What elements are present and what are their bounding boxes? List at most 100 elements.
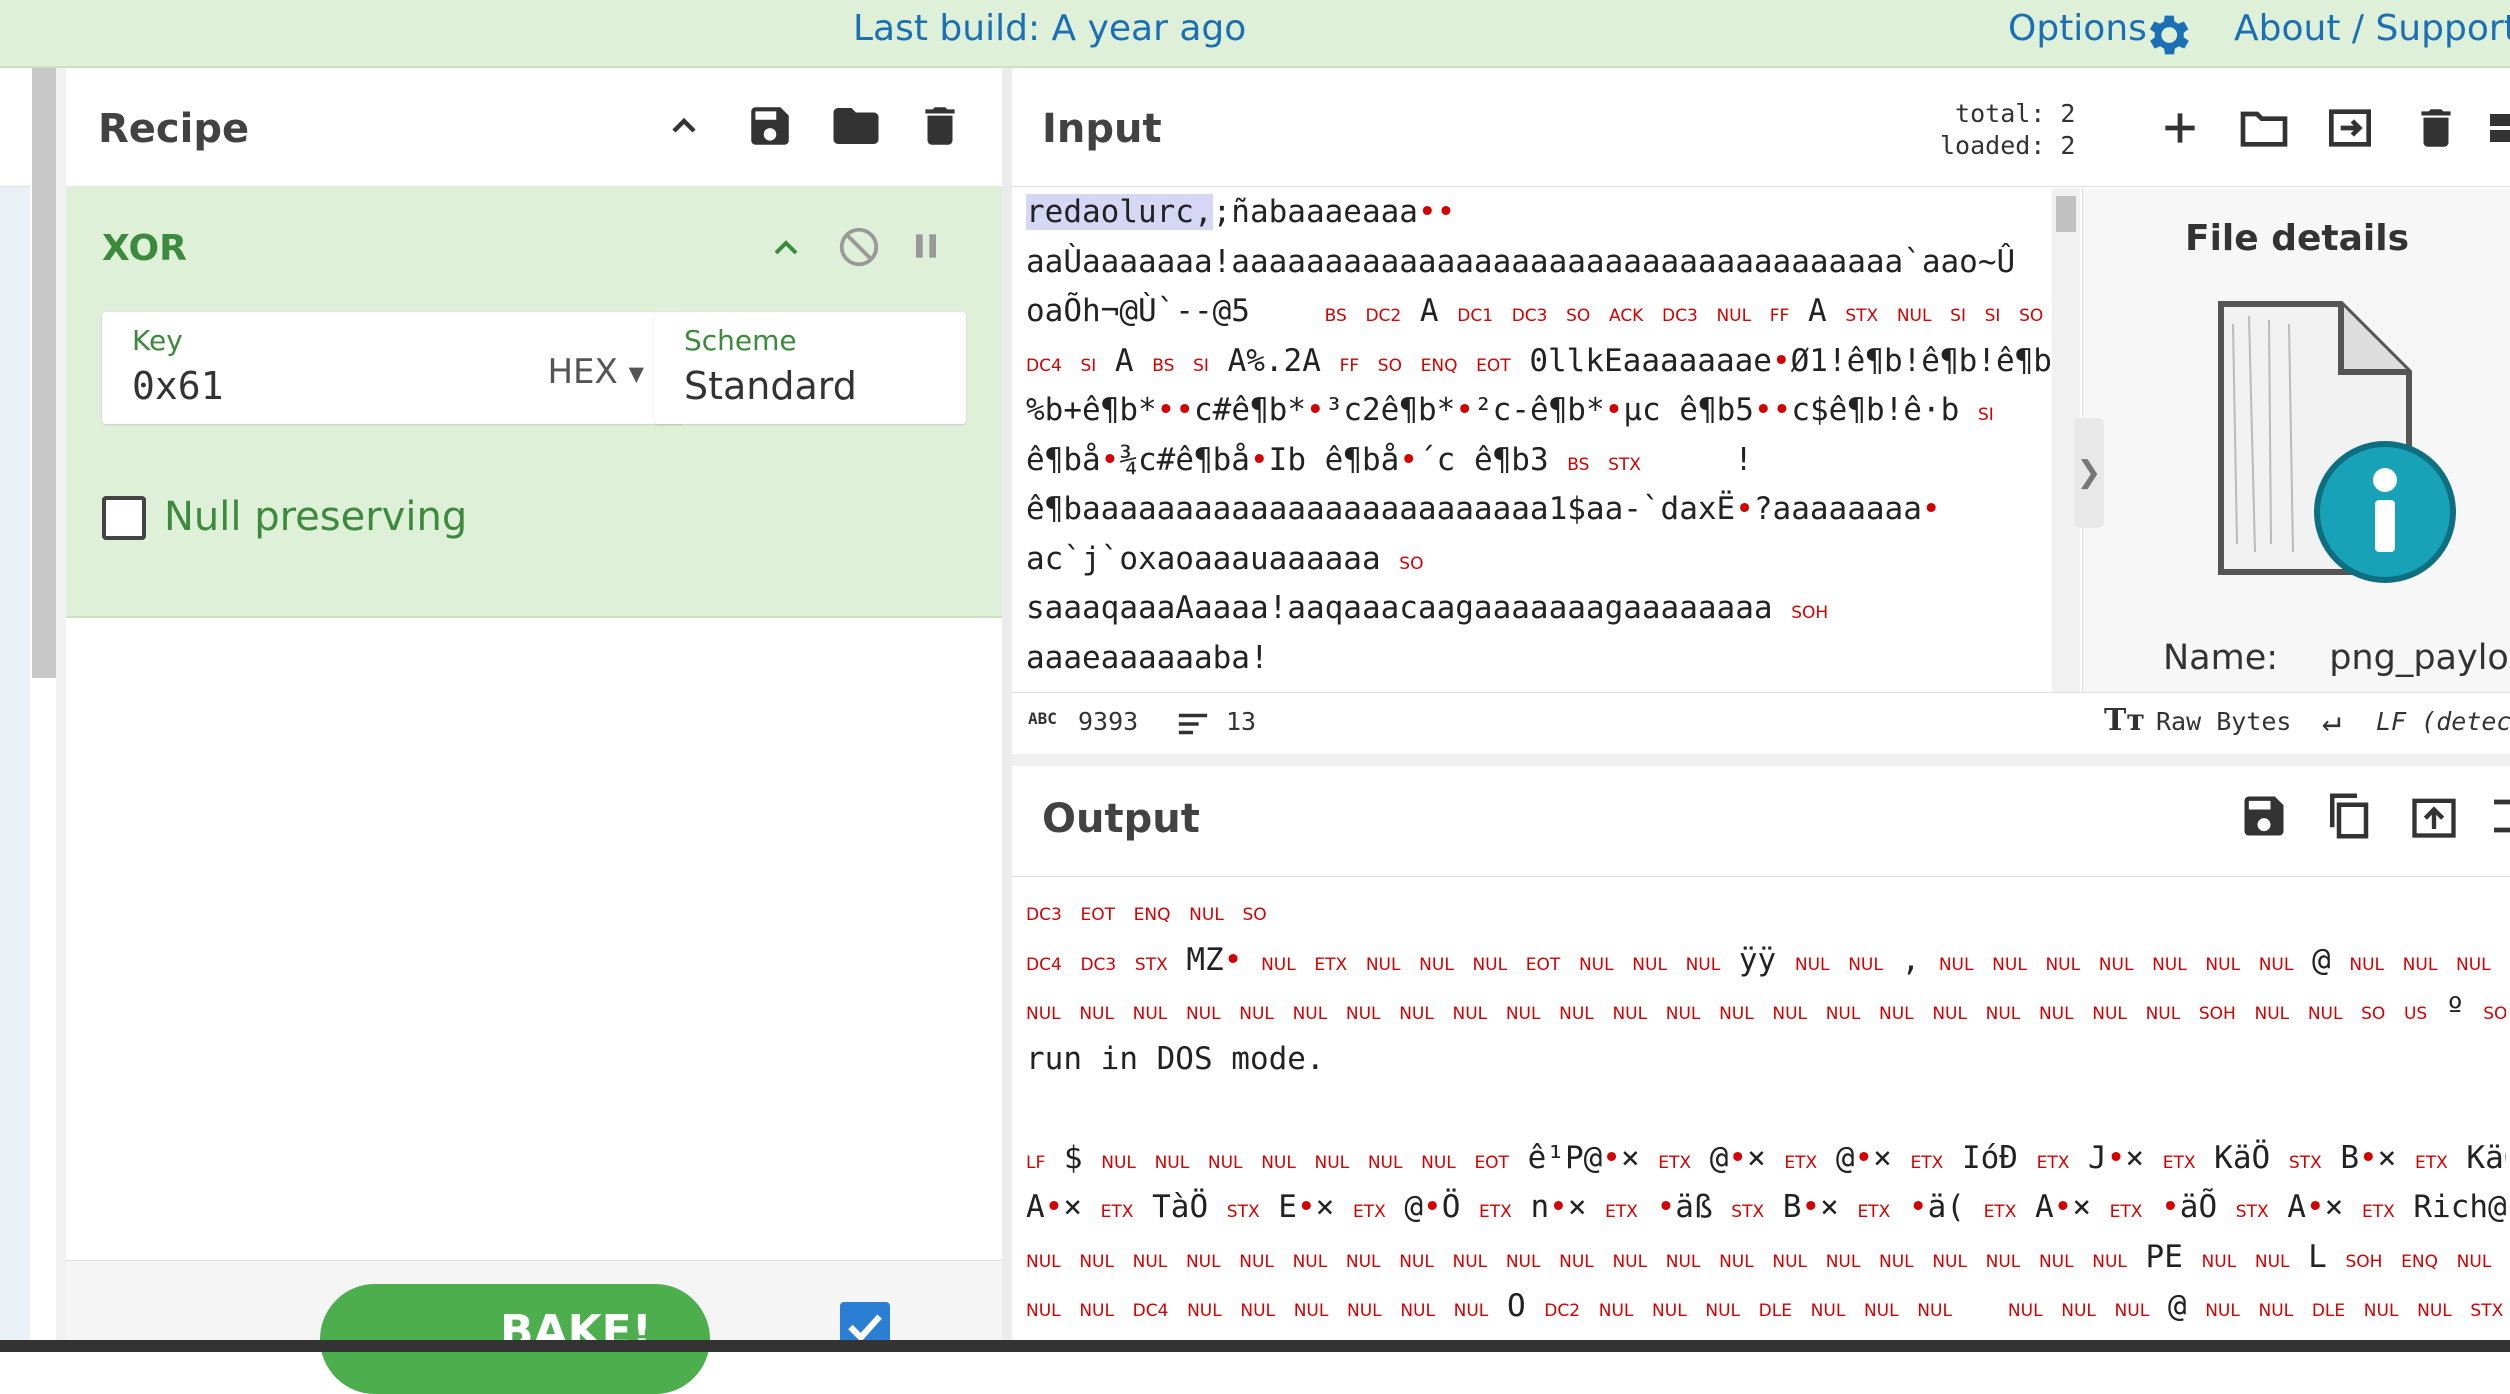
special-char-dot: •: [1175, 392, 1194, 428]
clear-recipe-button[interactable]: [912, 98, 968, 154]
control-char: NUL: [1419, 954, 1454, 975]
char-count: 9393: [1078, 707, 1139, 736]
control-char: NUL: [1985, 1004, 2021, 1024]
input-line: %b+ê¶b*••c#ê¶b*•³c2ê¶b*•²c-ê¶b*•µc ê¶b5•…: [1026, 392, 1994, 428]
operation-title: XOR: [102, 228, 187, 269]
output-line: A•× ETX TàÖ STX E•× ETX @•Ö ETX n•× ETX …: [1026, 1189, 2506, 1225]
add-input-button[interactable]: [2152, 100, 2208, 156]
operations-search-strip: [0, 68, 30, 187]
special-char-dot: •: [2161, 1189, 2180, 1225]
encoding-selector[interactable]: Raw Bytes: [2156, 707, 2291, 736]
abc-icon: ABC: [1028, 709, 1057, 728]
input-line: aaaeaaaaaaba!: [1026, 639, 1269, 676]
pause-icon[interactable]: [906, 226, 946, 266]
output-header: Output: [1012, 766, 2510, 877]
scheme-select[interactable]: Standard: [684, 364, 857, 408]
special-char-dot: •: [1455, 392, 1474, 428]
key-format-dropdown[interactable]: HEX ▼: [547, 352, 644, 392]
control-char: NUL: [2258, 954, 2294, 975]
special-char-dot: •: [1753, 392, 1773, 428]
text-format-icon[interactable]: Tт: [2104, 703, 2145, 738]
horizontal-splitter[interactable]: [1012, 754, 2510, 766]
output-line: NUL NUL DC4 NUL NUL NUL NUL NUL NUL O DC…: [1026, 1288, 2504, 1324]
maximise-output-button[interactable]: [2486, 788, 2510, 844]
special-char-dot: •: [1417, 194, 1437, 230]
special-char-dot: •: [1801, 1189, 1821, 1225]
clear-input-button[interactable]: [2408, 100, 2464, 156]
load-recipe-button[interactable]: [828, 98, 884, 154]
control-char: STX: [1226, 1202, 1260, 1222]
key-input[interactable]: 0x61: [132, 364, 224, 408]
scrollbar-thumb[interactable]: [2056, 196, 2076, 232]
control-char: NUL: [1598, 1301, 1634, 1321]
control-char: NUL: [1079, 1251, 1114, 1272]
control-char: NUL: [1345, 1004, 1381, 1024]
return-icon[interactable]: ↵: [2322, 701, 2341, 739]
null-preserving-checkbox[interactable]: [102, 496, 146, 540]
eol-selector[interactable]: LF (detec: [2376, 707, 2510, 736]
special-char-dot: •: [1735, 491, 1754, 527]
trash-icon: [2421, 109, 2451, 147]
special-char-dot: •: [1249, 441, 1269, 478]
control-char: NUL: [1719, 1251, 1754, 1272]
control-char: STX: [1134, 954, 1168, 975]
control-char: NUL: [2417, 1301, 2452, 1321]
save-output-button[interactable]: [2236, 788, 2292, 844]
control-char: NUL: [2145, 1004, 2181, 1024]
operations-pane: [0, 68, 30, 1340]
options-link[interactable]: Options: [2008, 8, 2147, 49]
control-char: US: [2403, 1004, 2428, 1024]
file-details-title: File details: [2184, 218, 2409, 259]
control-char: NUL: [1453, 1301, 1489, 1321]
operations-scrollbar[interactable]: [32, 68, 56, 678]
control-char: NUL: [1261, 954, 1296, 975]
collapse-file-details-button[interactable]: ❯: [2074, 418, 2104, 528]
open-folder-button[interactable]: [2236, 100, 2292, 156]
open-file-button[interactable]: [2322, 100, 2378, 156]
control-char: NUL: [1026, 1251, 1061, 1272]
control-char: SI: [1080, 355, 1097, 376]
control-char: ETX: [1857, 1202, 1891, 1222]
control-char: NUL: [1863, 1301, 1899, 1321]
control-char: NUL: [1292, 1004, 1328, 1024]
control-char: NUL: [1772, 1251, 1808, 1272]
control-char: NUL: [1240, 1301, 1276, 1321]
chevron-up-icon[interactable]: [766, 228, 806, 268]
folder-open-icon: [2240, 111, 2288, 147]
control-char: NUL: [1716, 306, 1752, 326]
input-textarea[interactable]: redaolurc,;ñabaaaeaaa•• aaÙaaaaaaa!aaaaaa…: [1012, 188, 2052, 692]
control-char: NUL: [1685, 954, 1721, 975]
control-char: FF: [1769, 306, 1790, 326]
control-char: NUL: [1612, 1251, 1648, 1272]
input-line: redaolurc,;ñabaaaeaaa••: [1026, 194, 1456, 230]
key-field[interactable]: Key 0x61 HEX ▼: [102, 312, 684, 424]
key-label: Key: [132, 324, 183, 357]
control-char: NUL: [2061, 1301, 2096, 1321]
bake-button[interactable]: BAKE!: [320, 1284, 710, 1394]
recipe-header: Recipe: [66, 68, 1002, 187]
input-line: DC4 SI A BS SI A%.2A FF SO ENQ EOT 0llkE…: [1026, 342, 2052, 379]
control-char: DC1: [1457, 306, 1494, 326]
gear-icon[interactable]: [2140, 8, 2194, 62]
reset-layout-button[interactable]: [2486, 100, 2510, 156]
scheme-field[interactable]: Scheme Standard: [654, 312, 966, 424]
replace-input-button[interactable]: [2406, 788, 2462, 844]
special-char-dot: •: [1223, 941, 1243, 978]
about-support-link[interactable]: About / Support: [2234, 8, 2510, 49]
control-char: SO: [1242, 905, 1267, 925]
file-name-value: png_payload: [2329, 638, 2510, 678]
vertical-splitter[interactable]: [1002, 68, 1012, 1340]
null-preserving-label[interactable]: Null preserving: [164, 494, 467, 540]
special-char-dot: •: [2106, 1139, 2126, 1176]
collapse-recipe-button[interactable]: [656, 98, 712, 154]
control-char: SOH: [1791, 603, 1829, 623]
copy-output-button[interactable]: [2320, 788, 2376, 844]
control-char: NUL: [1932, 1004, 1967, 1024]
control-char: DC4: [1026, 355, 1062, 376]
save-recipe-button[interactable]: [742, 98, 798, 154]
output-textarea[interactable]: DC3 EOT ENQ NUL SO DC4 DC3 STX MZ• NUL ET…: [1026, 886, 2506, 1340]
pane-divider[interactable]: [56, 68, 66, 1340]
disable-icon[interactable]: [836, 224, 882, 270]
file-info-icon: [2218, 301, 2456, 583]
control-char: NUL: [1938, 954, 1974, 975]
